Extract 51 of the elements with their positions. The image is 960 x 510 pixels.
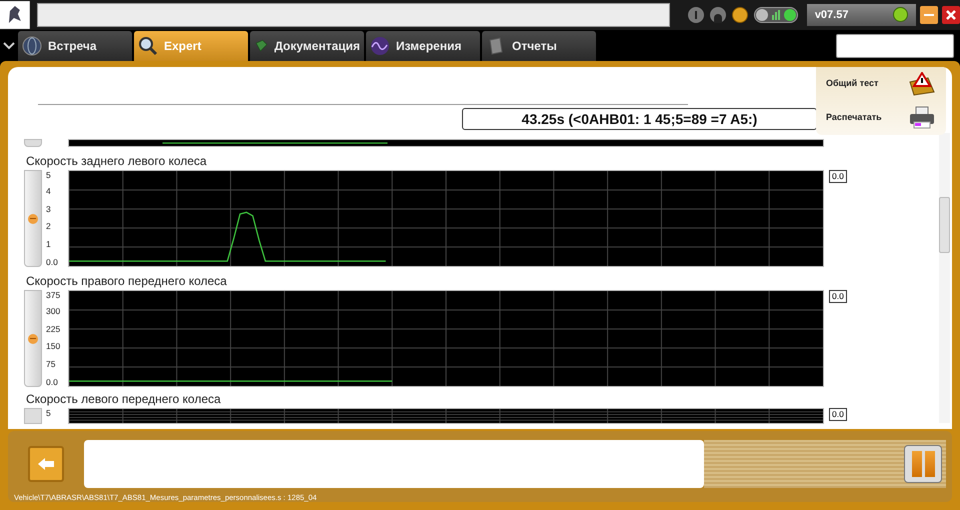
scale-handle[interactable]	[24, 290, 42, 387]
chevron-icon[interactable]	[3, 41, 15, 51]
arrow-left-icon	[37, 457, 55, 471]
search-field[interactable]	[836, 34, 954, 58]
axis-tick: 4	[46, 186, 51, 196]
axis-tick: 5	[46, 408, 51, 418]
tab[interactable]: Встреча	[18, 31, 132, 61]
search-icon	[138, 36, 158, 56]
warning-folder-icon	[908, 72, 936, 96]
axis-tick: 75	[46, 359, 56, 370]
value-readout: 0.0	[829, 408, 847, 421]
axis-tick: 2	[46, 221, 51, 232]
close-icon	[946, 10, 956, 20]
globe-icon	[22, 36, 42, 56]
power-icon[interactable]	[893, 7, 908, 22]
close-button[interactable]	[942, 6, 960, 24]
tab[interactable]: Измерения	[366, 31, 480, 61]
value-readout: 0.0	[829, 290, 847, 303]
axis-tick: 150	[46, 341, 60, 352]
version-label: v07.57	[814, 8, 848, 22]
back-button[interactable]	[28, 446, 64, 482]
scale-handle[interactable]	[24, 170, 42, 267]
scrollbar[interactable]	[939, 133, 950, 423]
minimize-button[interactable]	[920, 6, 938, 24]
scale-handle[interactable]	[24, 139, 42, 147]
wave-icon	[370, 36, 390, 56]
scrollbar-thumb[interactable]	[939, 197, 950, 253]
pause-button[interactable]	[904, 445, 942, 483]
graph-title: Скорость заднего левого колеса	[25, 153, 208, 169]
tab[interactable]: Документация	[250, 31, 364, 61]
side-action[interactable]: Общий тест	[826, 72, 936, 96]
value-readout: 0.0	[829, 170, 847, 183]
axis-tick: 5	[46, 170, 51, 180]
graph-title: Скорость правого переднего колеса	[25, 273, 228, 289]
graph-title: Скорость левого переднего колеса	[25, 391, 222, 407]
axis-tick: 1	[46, 239, 51, 250]
time-display: 43.25s (<0AHB01: 1 45;5=89 =7 A5:)	[462, 108, 817, 130]
minus-icon	[28, 334, 38, 344]
axis-tick: 375	[46, 290, 60, 300]
signal-strength-icon	[754, 6, 798, 23]
address-field[interactable]	[36, 2, 670, 27]
axis-tick: 3	[46, 204, 51, 214]
scale-handle[interactable]	[24, 408, 42, 424]
side-action[interactable]: Распечатать	[826, 106, 936, 130]
tab[interactable]: Отчеты	[482, 31, 596, 61]
printer-icon	[908, 106, 936, 130]
axis-tick: 300	[46, 306, 60, 316]
axis-tick: 0.0	[46, 377, 58, 387]
axis-tick: 225	[46, 324, 60, 334]
axis-tick: 0.0	[46, 257, 58, 267]
minus-icon	[28, 214, 38, 224]
